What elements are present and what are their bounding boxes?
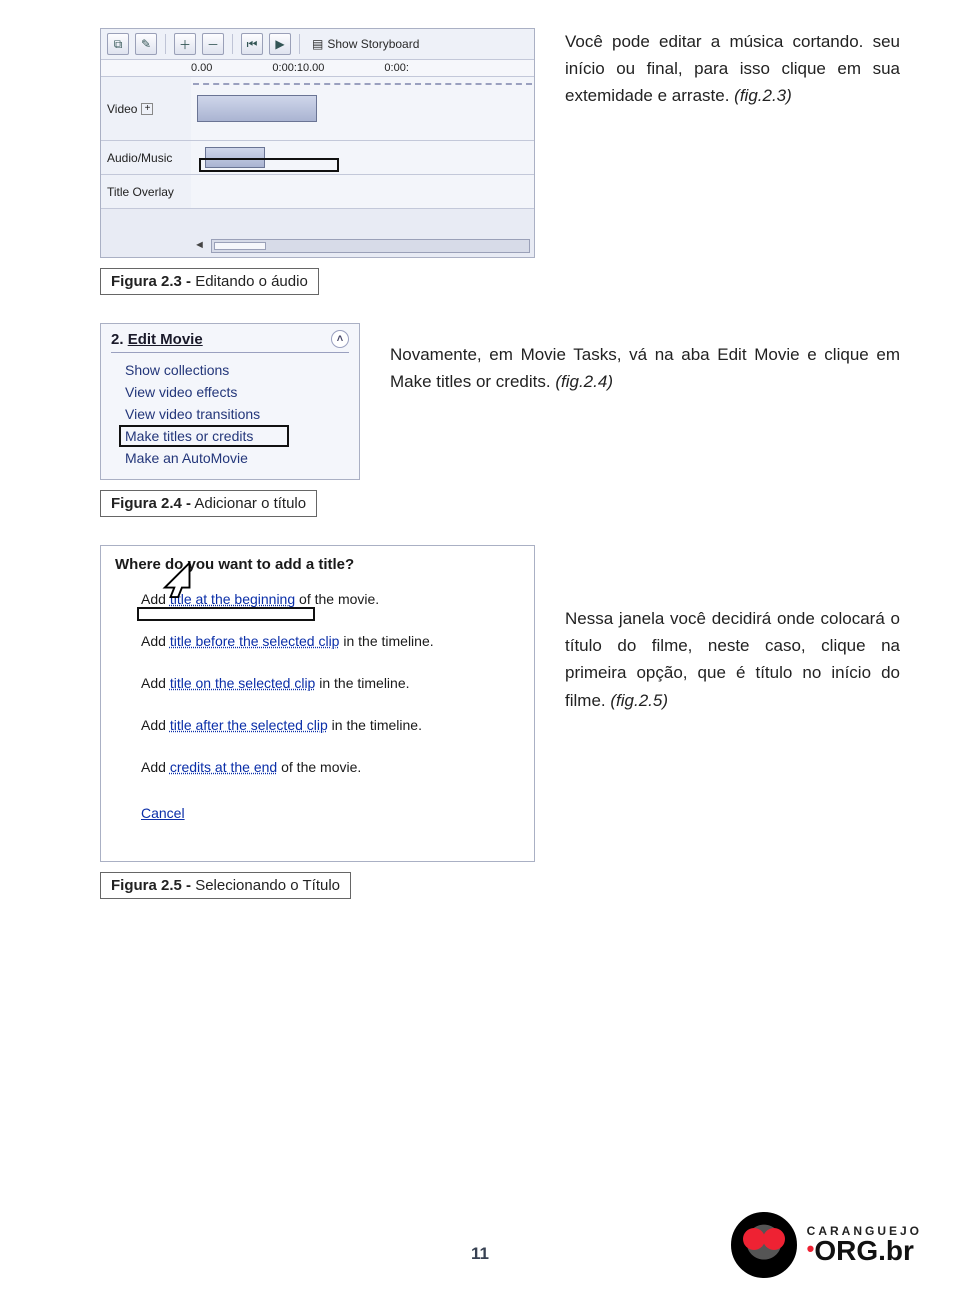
timeline-toolbar: ⧉ ✎ ＋ － ⏮ ▶ ▤ Show Storyboard [101,29,534,60]
caption-fig-2-5-bold: Figura 2.5 - [111,877,191,894]
brand-dot-icon: • [807,1236,815,1261]
timeline-zoom-in-icon[interactable]: ＋ [174,33,196,55]
expand-icon[interactable]: + [141,103,153,115]
caption-fig-2-3-bold: Figura 2.3 - [111,273,191,290]
para-2-text: Novamente, em Movie Tasks, vá na aba Edi… [390,345,900,391]
timeline-narrate-icon[interactable]: ✎ [135,33,157,55]
show-storyboard-button[interactable]: ▤ Show Storyboard [308,33,423,55]
track-video-label: Video [107,102,137,116]
caption-fig-2-5-text: Selecionando o Título [191,877,340,894]
opt3-pre: Add [141,675,170,691]
crab-logo-icon [731,1212,797,1278]
track-audio-label: Audio/Music [107,151,172,165]
para-2-figref: (fig.2.4) [555,372,613,391]
storyboard-icon: ▤ [312,37,323,51]
timeline-screenshot: ⧉ ✎ ＋ － ⏮ ▶ ▤ Show Storyboard 0.00 [100,28,535,258]
caption-fig-2-3: Figura 2.3 - Editando o áudio [100,268,319,295]
timeline-zoom-fit-icon[interactable]: ⧉ [107,33,129,55]
taskpane-item-view-effects[interactable]: View video effects [125,381,349,403]
link-title-on-clip[interactable]: title on the selected clip [170,675,316,691]
taskpane-head-num: 2. [111,331,124,348]
ruler-tick-2: 0:00: [384,62,408,74]
video-clip[interactable] [197,95,317,122]
link-credits-end[interactable]: credits at the end [170,759,277,775]
audio-trim-highlight [199,158,339,172]
caption-fig-2-4: Figura 2.4 - Adicionar o título [100,490,317,517]
opt5-post: of the movie. [277,759,361,775]
timeline-ruler: 0.00 0:00:10.00 0:00: [101,60,534,77]
link-title-beginning[interactable]: title at the beginning [170,591,295,607]
timeline-play-icon[interactable]: ▶ [269,33,291,55]
opt4-pre: Add [141,717,170,733]
link-title-after-clip[interactable]: title after the selected clip [170,717,328,733]
link-cancel[interactable]: Cancel [141,805,185,821]
track-video-row: Video + [101,77,534,141]
caption-fig-2-4-bold: Figura 2.4 - [111,495,191,512]
opt1-post: of the movie. [295,591,379,607]
taskpane-item-make-titles[interactable]: Make titles or credits [125,425,349,447]
track-title-label: Title Overlay [107,185,174,199]
opt4-post: in the timeline. [328,717,422,733]
taskpane-head-label: Edit Movie [128,331,203,348]
brand-big-text: ORG.br [814,1235,914,1266]
edit-movie-taskpane: 2. Edit Movie ˄ Show collections View vi… [100,323,360,480]
title-wizard: Where do you want to add a title? Add ti… [100,545,535,862]
opt1-highlight-box [137,607,315,621]
taskpane-item-show-collections[interactable]: Show collections [125,359,349,381]
timeline-scrollbar[interactable] [211,239,530,253]
opt3-post: in the timeline. [315,675,409,691]
taskpane-item-make-automovie[interactable]: Make an AutoMovie [125,447,349,469]
timeline-zoom-out-icon[interactable]: － [202,33,224,55]
footer-brand: CARANGUEJO •ORG.br [731,1212,922,1278]
para-1-figref: (fig.2.3) [734,86,792,105]
timeline-rewind-icon[interactable]: ⏮ [241,33,263,55]
ruler-tick-1: 0:00:10.00 [272,62,324,74]
caption-fig-2-4-text: Adicionar o título [191,495,306,512]
ruler-tick-0: 0.00 [191,62,212,74]
opt5-pre: Add [141,759,170,775]
show-storyboard-label: Show Storyboard [327,37,419,51]
para-3-figref: (fig.2.5) [610,691,668,710]
taskpane-item-view-transitions[interactable]: View video transitions [125,403,349,425]
track-audio-row: Audio/Music [101,141,534,175]
title-wizard-heading: Where do you want to add a title? [115,556,520,573]
caption-fig-2-3-text: Editando o áudio [191,273,308,290]
para-1-text: Você pode editar a música cortando. seu … [565,32,900,105]
link-title-before-clip[interactable]: title before the selected clip [170,633,340,649]
caption-fig-2-5: Figura 2.5 - Selecionando o Título [100,872,351,899]
collapse-icon[interactable]: ˄ [331,330,349,348]
opt2-post: in the timeline. [339,633,433,649]
opt2-pre: Add [141,633,170,649]
opt1-pre: Add [141,591,170,607]
track-title-row: Title Overlay [101,175,534,209]
